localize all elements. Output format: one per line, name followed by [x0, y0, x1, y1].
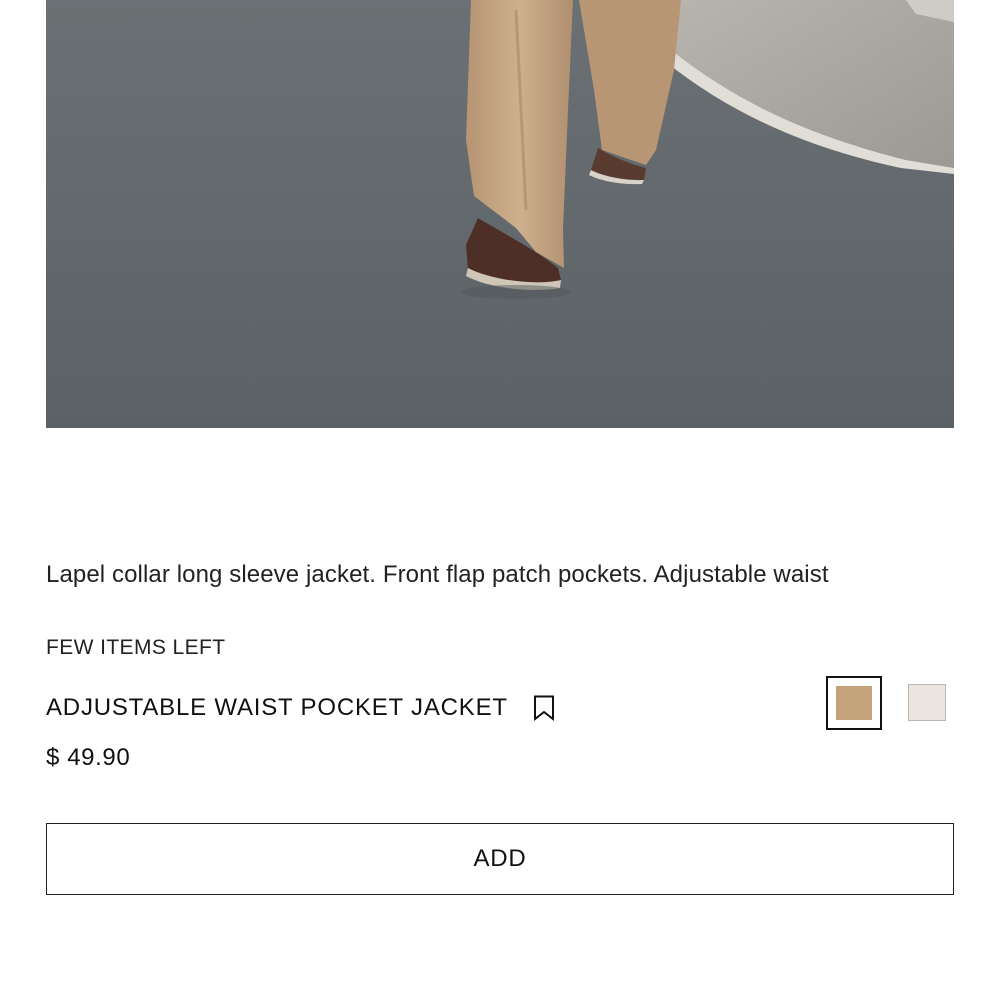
product-price: $ 49.90 — [46, 744, 131, 771]
product-title-row: ADJUSTABLE WAIST POCKET JACKET — [46, 690, 556, 726]
color-swatch-ecru[interactable] — [908, 684, 946, 721]
product-photo-illustration — [46, 0, 954, 428]
product-description: Lapel collar long sleeve jacket. Front f… — [46, 561, 829, 588]
bookmark-icon[interactable] — [532, 694, 556, 722]
color-swatch-camel[interactable] — [826, 676, 882, 730]
add-to-cart-button[interactable]: ADD — [46, 823, 954, 895]
color-chip-camel — [836, 686, 872, 720]
stock-status: FEW ITEMS LEFT — [46, 636, 226, 659]
product-title: ADJUSTABLE WAIST POCKET JACKET — [46, 694, 508, 721]
product-image[interactable] — [46, 0, 954, 428]
